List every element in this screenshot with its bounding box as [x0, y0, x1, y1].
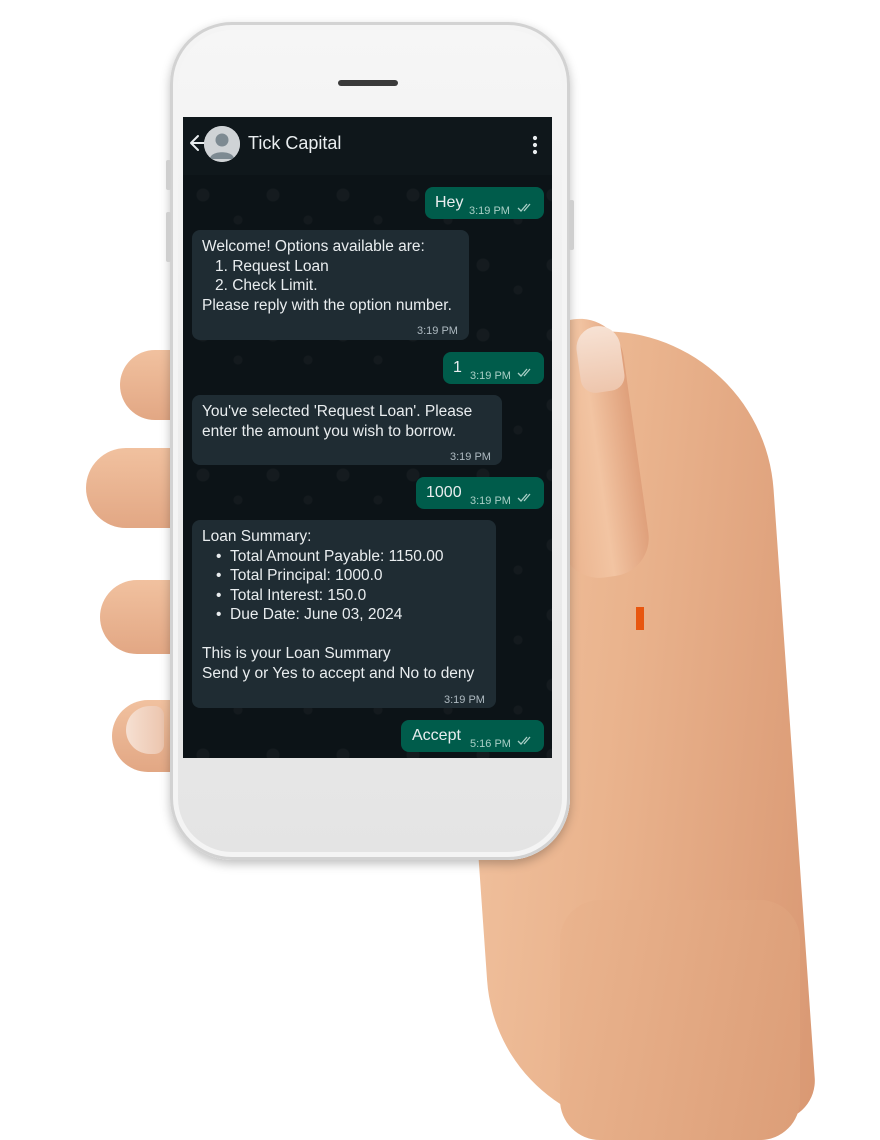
message-text: 1000 [426, 484, 462, 501]
message-text: 1 [453, 359, 462, 376]
double-check-icon [517, 368, 531, 377]
message-text: Send y or Yes to accept and No to deny [202, 664, 475, 682]
message-text: Loan Summary: [202, 528, 312, 545]
phone-speaker [338, 80, 398, 86]
message-text: You've selected 'Request Loan'. Please [202, 403, 473, 420]
message-time: 3:19 PM [450, 451, 491, 463]
message-text: Please reply with the option number. [202, 296, 452, 314]
message-incoming[interactable]: Welcome! Options available are: 1. Reque… [192, 230, 469, 340]
message-outgoing[interactable]: 1 3:19 PM [443, 352, 544, 384]
option-item: 2. Check Limit. [215, 277, 318, 294]
message-text: Welcome! Options available are: [202, 238, 425, 255]
phone-side-button [166, 160, 171, 190]
avatar[interactable] [204, 126, 240, 162]
message-text: Hey [435, 194, 464, 211]
double-check-icon [517, 493, 531, 502]
message-outgoing[interactable]: Accept 5:16 PM [401, 720, 544, 752]
message-time: 3:19 PM [469, 205, 510, 217]
bullet-item: • Due Date: June 03, 2024 [216, 606, 403, 623]
hand-wrist [560, 900, 800, 1140]
phone-screen: Tick Capital Hey 3:19 PM Welcome! Option… [183, 117, 552, 758]
option-item: 1. Request Loan [215, 257, 329, 275]
bullet-item: • Total Principal: 1000.0 [216, 567, 383, 584]
double-check-icon [517, 203, 531, 212]
cursor-mark [636, 607, 644, 630]
message-text: enter the amount you wish to borrow. [202, 422, 457, 440]
phone-side-button [569, 200, 574, 250]
phone-side-button [166, 212, 171, 262]
message-time: 3:19 PM [417, 325, 458, 337]
bullet-item: • Total Amount Payable: 1150.00 [216, 547, 444, 565]
message-time: 3:19 PM [470, 495, 511, 507]
default-person-icon [204, 126, 240, 162]
message-text: This is your Loan Summary [202, 645, 391, 662]
message-outgoing[interactable]: Hey 3:19 PM [425, 187, 544, 219]
message-time: 3:19 PM [444, 694, 485, 706]
vertical-dots-icon[interactable] [531, 134, 539, 156]
message-incoming[interactable]: You've selected 'Request Loan'. Please e… [192, 395, 502, 465]
bullet-item: • Total Interest: 150.0 [216, 586, 367, 604]
contact-name[interactable]: Tick Capital [248, 133, 341, 154]
message-time: 3:19 PM [470, 370, 511, 382]
message-outgoing[interactable]: 1000 3:19 PM [416, 477, 544, 509]
chat-header: Tick Capital [183, 117, 552, 175]
double-check-icon [517, 736, 531, 745]
message-text: Accept [412, 727, 461, 744]
message-time: 5:16 PM [470, 738, 511, 750]
message-incoming[interactable]: Loan Summary: • Total Amount Payable: 11… [192, 520, 496, 708]
